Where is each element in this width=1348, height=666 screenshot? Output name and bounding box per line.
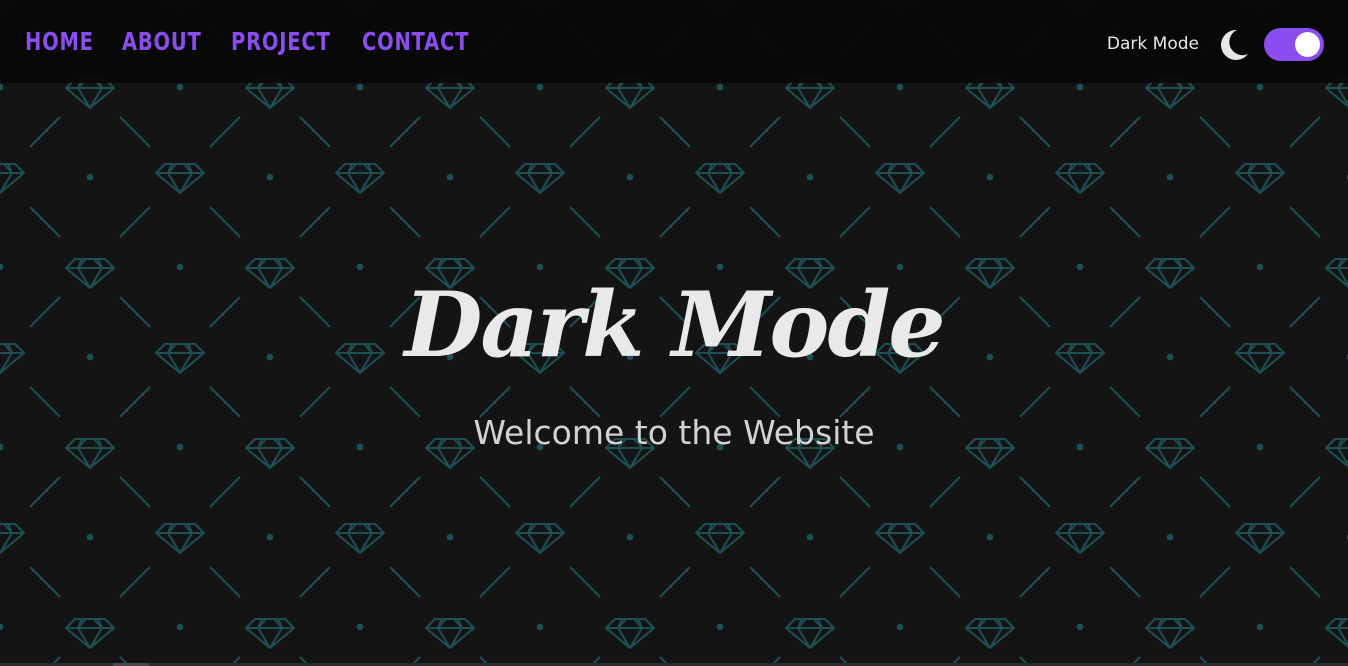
nav-links: HOME ABOUT PROJECT CONTACT	[25, 27, 468, 57]
page: HOME ABOUT PROJECT CONTACT Dark Mode Dar…	[0, 0, 1348, 666]
hero-title: Dark Mode	[404, 272, 945, 378]
nav-home-link[interactable]: HOME	[25, 27, 94, 57]
nav-contact-link[interactable]: CONTACT	[362, 27, 469, 57]
hero-subtitle: Welcome to the Website	[473, 413, 875, 452]
nav-project-link[interactable]: PROJECT	[231, 27, 331, 57]
nav-about-link[interactable]: ABOUT	[122, 27, 202, 57]
toggle-knob	[1295, 31, 1320, 57]
dark-mode-control: Dark Mode	[1107, 27, 1324, 61]
dark-mode-label: Dark Mode	[1106, 34, 1199, 54]
moon-icon	[1221, 29, 1248, 60]
navbar: HOME ABOUT PROJECT CONTACT Dark Mode	[0, 0, 1348, 83]
dark-mode-toggle[interactable]	[1264, 27, 1324, 61]
hero: Dark Mode Welcome to the Website	[0, 265, 1348, 453]
